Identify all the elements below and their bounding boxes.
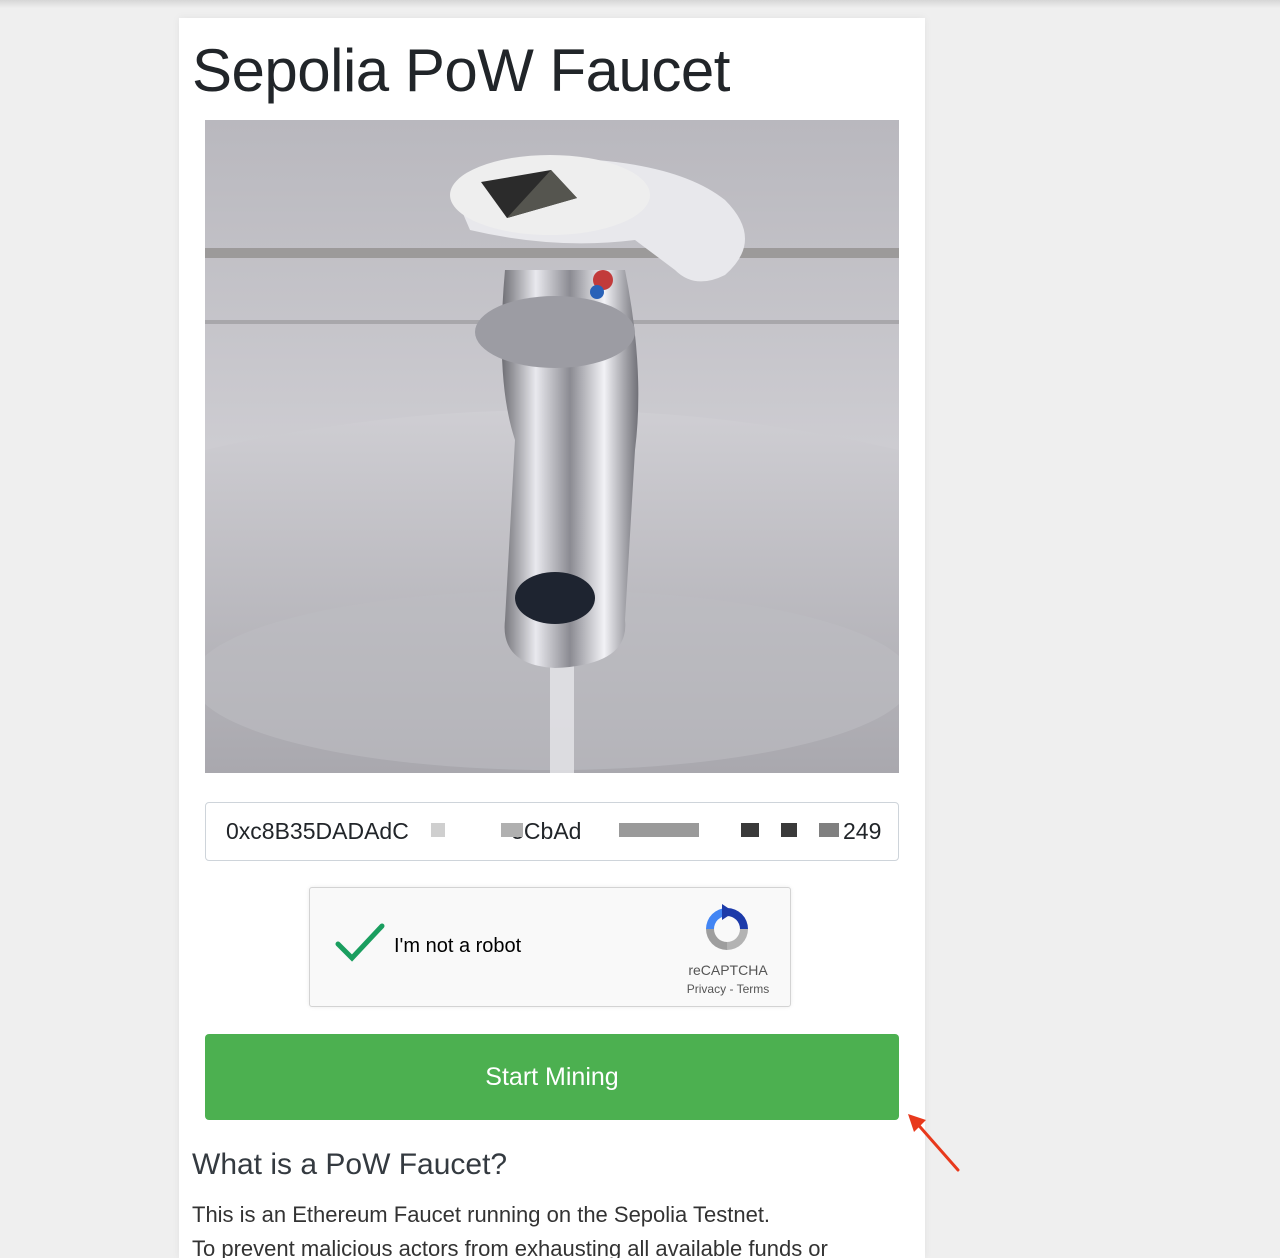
page-title: Sepolia PoW Faucet <box>192 37 730 104</box>
privacy-link[interactable]: Privacy <box>687 982 726 996</box>
terms-link[interactable]: Terms <box>737 982 770 996</box>
section-heading: What is a PoW Faucet? <box>192 1148 508 1181</box>
redaction-mark <box>501 823 523 837</box>
faucet-illustration <box>205 120 899 773</box>
faucet-hero-image <box>205 120 899 773</box>
recaptcha-links: Privacy - Terms <box>670 982 786 996</box>
redaction-mark <box>741 823 759 837</box>
checkmark-icon[interactable] <box>334 922 386 964</box>
redaction-mark <box>431 823 445 837</box>
recaptcha-logo-icon <box>706 904 748 950</box>
captcha-label: I'm not a robot <box>394 935 522 957</box>
browser-top-edge <box>0 0 1280 8</box>
annotation-arrow-icon <box>908 1114 960 1172</box>
start-mining-button[interactable]: Start Mining <box>205 1034 899 1120</box>
recaptcha-widget: I'm not a robot reCAPTCHA Privacy - Term… <box>309 887 791 1007</box>
address-suffix: 249 <box>843 818 882 844</box>
link-separator: - <box>726 982 737 996</box>
intro-paragraph: This is an Ethereum Faucet running on th… <box>192 1202 771 1227</box>
intro-paragraph-continued: To prevent malicious actors from exhaust… <box>192 1236 828 1258</box>
redaction-mark <box>819 823 839 837</box>
redaction-mark <box>619 823 699 837</box>
recaptcha-brand: reCAPTCHA <box>688 962 768 978</box>
faucet-page: Sepolia PoW Faucet 0xc8B35DADAdC 3CbAd 2… <box>179 18 925 1258</box>
redaction-mark <box>781 823 797 837</box>
